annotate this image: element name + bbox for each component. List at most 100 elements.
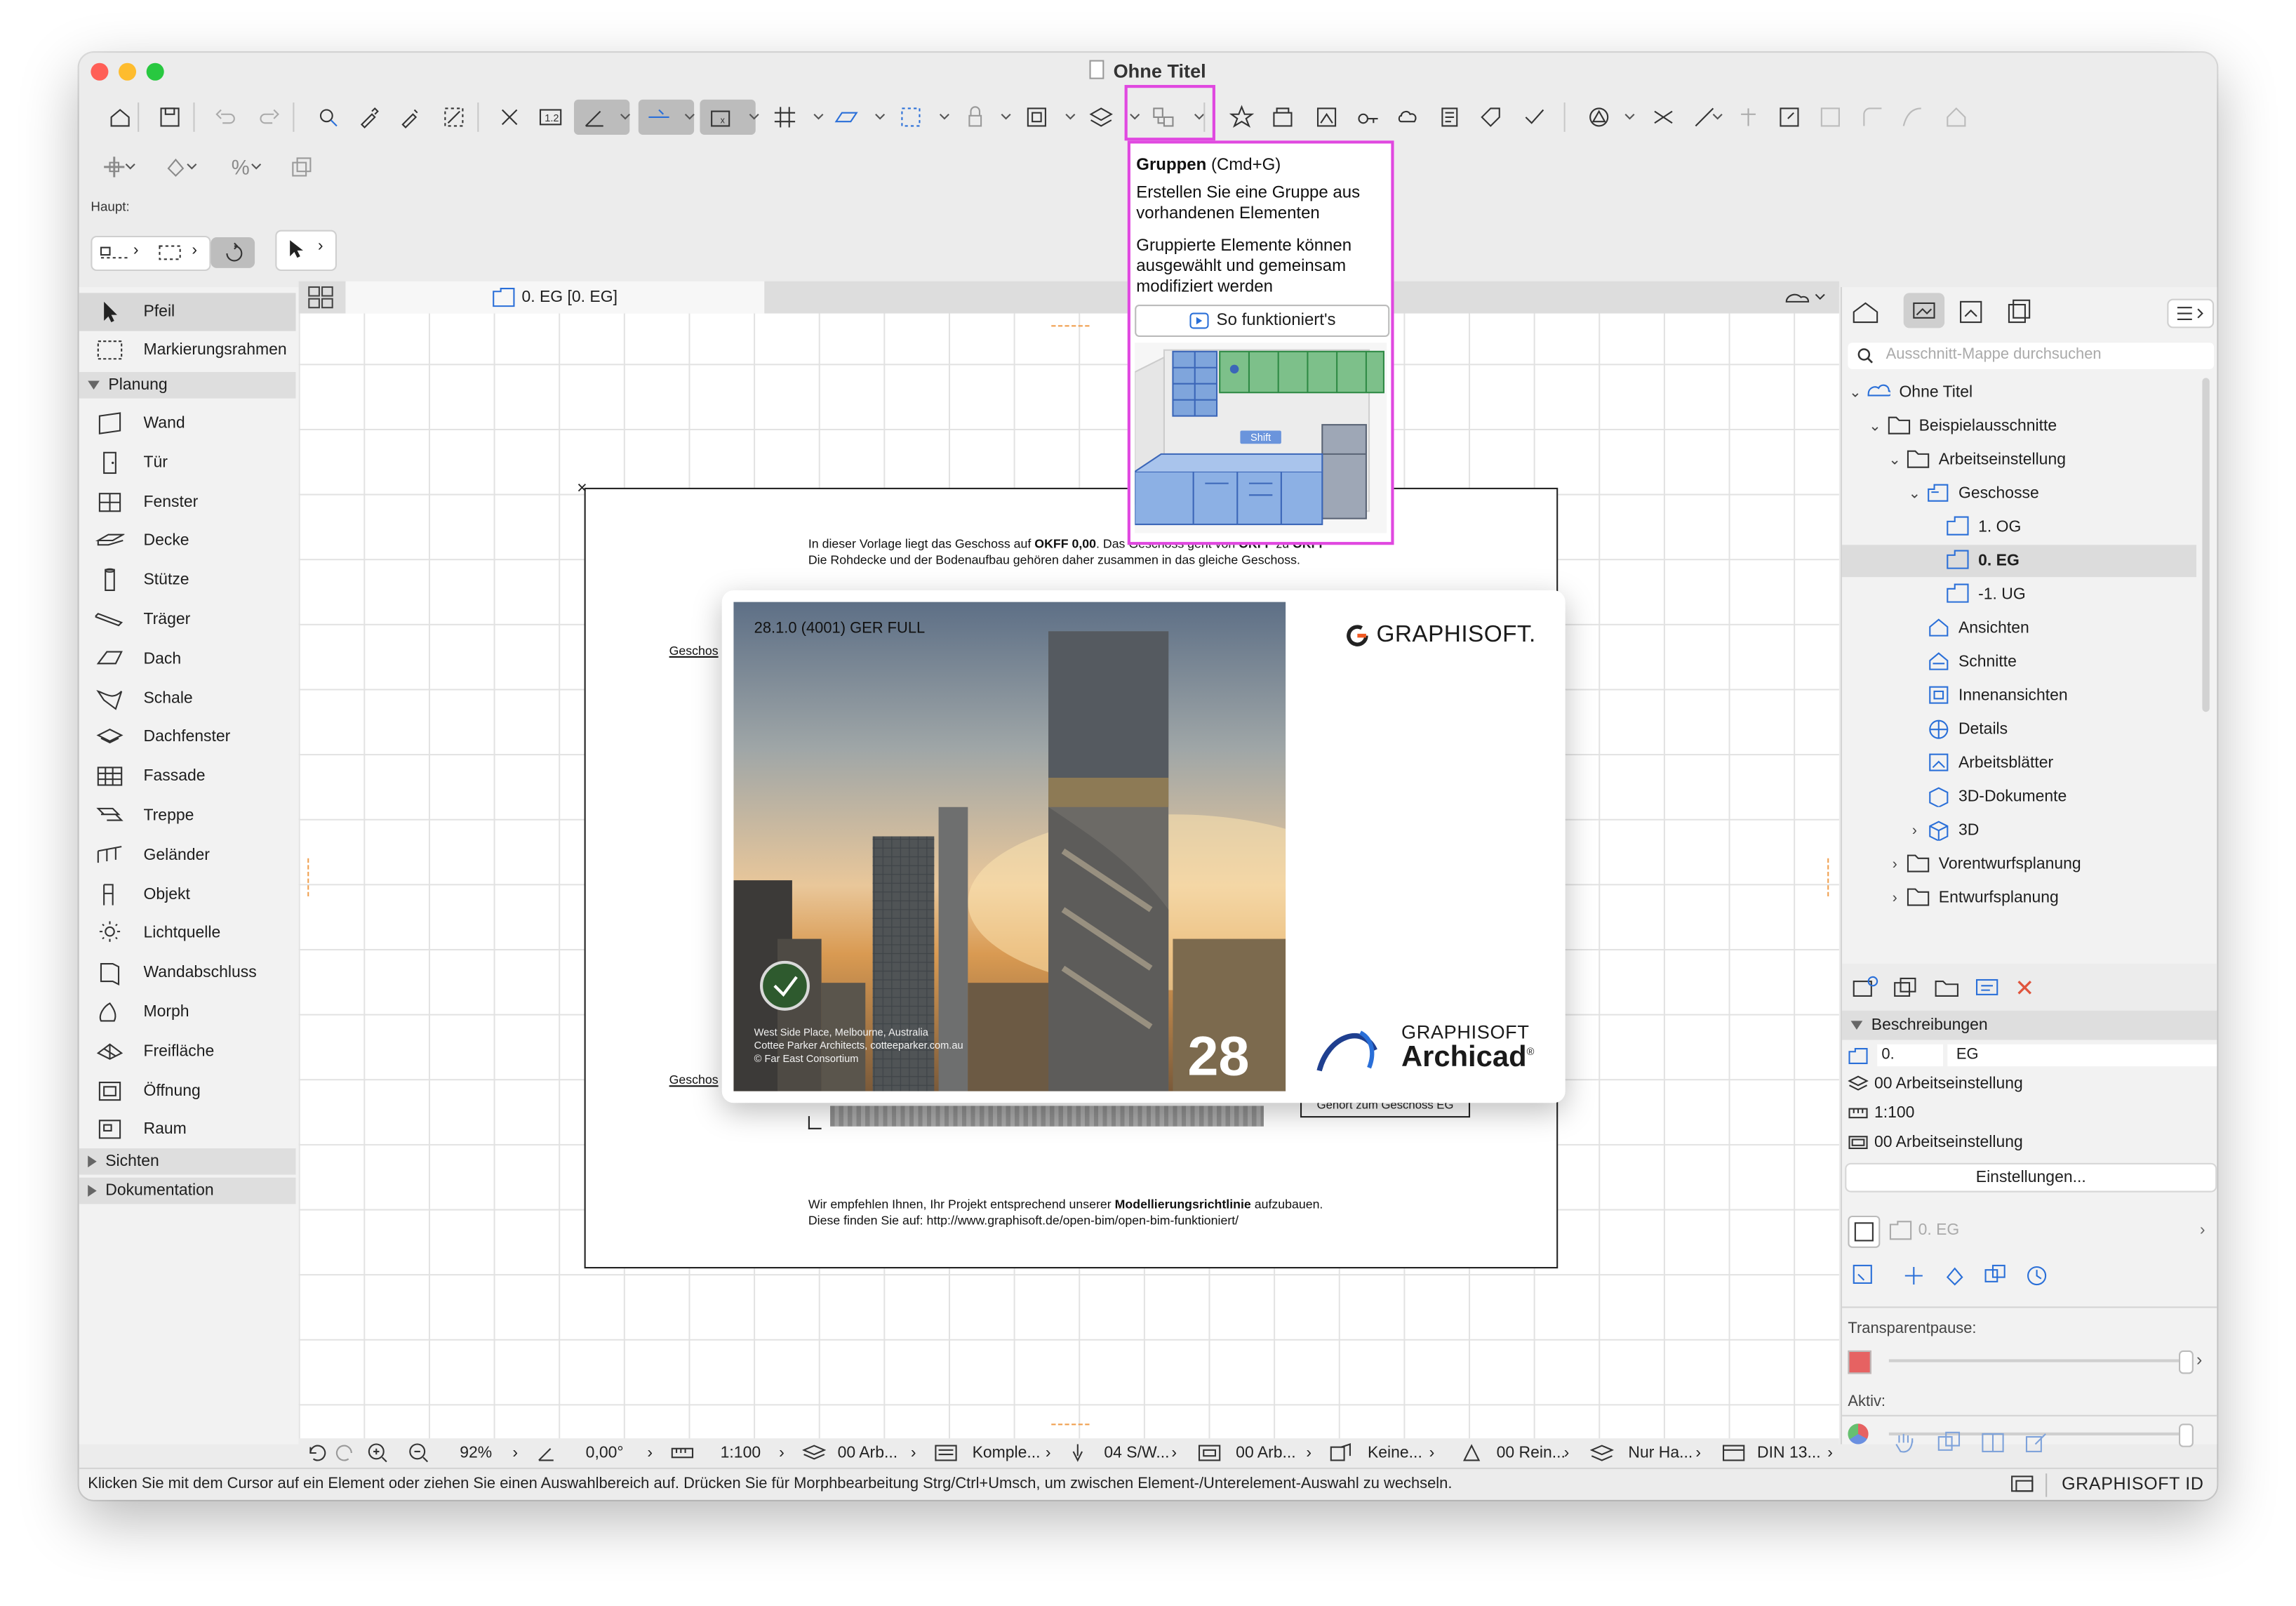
chevron-down-icon[interactable]	[1710, 100, 1725, 135]
search-input[interactable]: Ausschnitt-Mappe durchsuchen	[1848, 343, 2215, 369]
star-icon[interactable]	[1224, 100, 1259, 135]
tool-stair[interactable]: Treppe	[79, 797, 296, 835]
syringe-icon[interactable]	[392, 100, 427, 135]
chevron-right-icon[interactable]: ›	[1306, 1444, 1311, 1461]
tool-door[interactable]: Tür	[79, 444, 296, 482]
scale-value[interactable]: 1:100	[721, 1444, 761, 1461]
tab-floor-plan[interactable]: 0. EG [0. EG]	[345, 281, 765, 314]
new-folder-icon[interactable]	[1933, 976, 1962, 1007]
tree-item[interactable]: -1. UG	[1927, 580, 2026, 609]
chevron-right-icon[interactable]: ›	[2196, 1349, 2202, 1369]
find-select-icon[interactable]	[310, 100, 345, 135]
tool-marquee[interactable]: Markierungsrahmen	[79, 331, 296, 369]
transparency-slider-thumb[interactable]	[2179, 1350, 2194, 1374]
angle-icon[interactable]	[536, 1442, 556, 1467]
pen-set-value[interactable]: Komple...	[973, 1444, 1041, 1461]
layers-icon[interactable]	[801, 1442, 827, 1467]
clone-view-icon[interactable]	[1892, 976, 1921, 1007]
descriptions-section[interactable]: Beschreibungen	[1842, 1010, 2217, 1040]
tree-item[interactable]: 3D-Dokumente	[1907, 782, 2067, 811]
chevron-right-icon[interactable]: ›	[1907, 823, 1922, 839]
chevron-right-icon[interactable]: ›	[1429, 1444, 1435, 1461]
tree-item[interactable]: › Entwurfsplanung	[1888, 883, 2059, 912]
plane-icon[interactable]	[829, 100, 864, 135]
chevron-down-icon[interactable]	[747, 100, 761, 135]
dimension-icon[interactable]	[1722, 1442, 1745, 1467]
tree-item[interactable]: ⌄ Ohne Titel	[1848, 378, 1973, 407]
redo-zoom-icon[interactable]	[334, 1441, 357, 1469]
renovation-filter-value[interactable]: 00 Rein...	[1497, 1444, 1566, 1461]
model-view-row[interactable]: 00 Arbeitseinstellung	[1848, 1134, 2023, 1151]
project-map-icon[interactable]	[1851, 299, 1881, 333]
tool-lamp[interactable]: Lichtquelle	[79, 915, 296, 953]
tool-slab[interactable]: Decke	[79, 522, 296, 560]
chevron-right-icon[interactable]: ›	[1564, 1444, 1570, 1461]
pen-icon[interactable]	[1069, 1442, 1086, 1467]
roof-trim-icon[interactable]	[1939, 100, 1974, 135]
layers-icon[interactable]	[1083, 100, 1119, 135]
chevron-right-icon[interactable]: ›	[512, 1444, 518, 1461]
schedule-icon[interactable]	[1432, 100, 1467, 135]
layout-book-icon[interactable]	[1956, 299, 1986, 333]
settings-button[interactable]: Einstellungen...	[1845, 1162, 2217, 1193]
resize-icon[interactable]	[1772, 100, 1807, 135]
section-sichten[interactable]: Sichten	[79, 1148, 296, 1175]
chevron-down-icon[interactable]	[185, 150, 199, 185]
zoom-in-icon[interactable]	[366, 1441, 389, 1469]
tab-overview-icon[interactable]	[307, 286, 334, 317]
angle-guide-icon[interactable]	[577, 100, 612, 135]
chevron-right-icon[interactable]: ›	[1888, 890, 1902, 906]
chevron-down-icon[interactable]	[1622, 100, 1637, 135]
section-planung[interactable]: Planung	[79, 372, 296, 399]
chevron-down-icon[interactable]	[618, 100, 633, 135]
chevron-down-icon[interactable]	[1063, 100, 1078, 135]
transparency-slider[interactable]	[1888, 1359, 2182, 1362]
chevron-down-icon[interactable]: ⌄	[1907, 486, 1922, 502]
palette-toggle-icon[interactable]	[2009, 1473, 2036, 1498]
overlay-icon[interactable]	[1936, 1430, 1963, 1464]
chevron-right-icon[interactable]: ›	[1827, 1444, 1833, 1461]
hand-icon[interactable]	[1892, 1430, 1918, 1464]
how-it-works-button[interactable]: So funktioniert's	[1135, 305, 1390, 337]
tool-curtain-wall[interactable]: Fassade	[79, 757, 296, 795]
properties-icon[interactable]	[1974, 976, 2001, 1007]
zoom-value[interactable]: 92%	[460, 1444, 492, 1461]
key-icon[interactable]	[1350, 100, 1385, 135]
undo-icon[interactable]	[208, 100, 243, 135]
model-view-value[interactable]: 00 Arb...	[1236, 1444, 1296, 1461]
lock-icon[interactable]	[958, 100, 993, 135]
chevron-right-icon[interactable]: ›	[1695, 1444, 1701, 1461]
cloud-icon[interactable]	[1391, 100, 1426, 135]
view-name-field[interactable]: EG	[1947, 1044, 2217, 1067]
tree-item[interactable]: › 3D	[1907, 816, 1979, 845]
split-icon[interactable]	[1646, 100, 1681, 135]
curve-icon[interactable]	[1895, 100, 1930, 135]
structure-value[interactable]: Nur Ha...	[1628, 1444, 1693, 1461]
delete-icon[interactable]: ✕	[2015, 974, 2034, 1004]
chevron-down-icon[interactable]	[682, 100, 697, 135]
tree-item[interactable]: Innenansichten	[1907, 681, 2068, 710]
move-trace-icon[interactable]	[1901, 1263, 1928, 1296]
reset-trace-icon[interactable]	[2024, 1263, 2050, 1296]
tree-item[interactable]: Schnitte	[1907, 647, 2017, 677]
magic-wand-icon[interactable]	[436, 100, 472, 135]
chevron-down-icon[interactable]	[999, 100, 1013, 135]
eyedropper-icon[interactable]	[352, 100, 387, 135]
structure-icon[interactable]	[1589, 1442, 1615, 1467]
tool-column[interactable]: Stütze	[79, 562, 296, 599]
chevron-down-icon[interactable]: ⌄	[1888, 452, 1902, 468]
tool-morph[interactable]: Morph	[79, 993, 296, 1031]
new-view-icon[interactable]	[1851, 976, 1881, 1007]
chevron-right-icon[interactable]: ›	[1046, 1444, 1051, 1461]
tree-item[interactable]: 0. EG	[1927, 546, 2020, 576]
graphisoft-id-link[interactable]: GRAPHISOFT ID	[2062, 1473, 2203, 1494]
geometry-method-selector[interactable]: › ›	[91, 235, 211, 272]
chevron-down-icon[interactable]	[937, 100, 952, 135]
tree-item[interactable]: Details	[1907, 715, 2008, 744]
chevron-right-icon[interactable]: ›	[647, 1444, 653, 1461]
chevron-right-icon[interactable]: ›	[1888, 856, 1902, 872]
chevron-down-icon[interactable]	[249, 150, 264, 185]
tree-item[interactable]: 1. OG	[1927, 512, 2021, 542]
swap-trace-icon[interactable]	[1982, 1263, 2009, 1296]
tool-zone[interactable]: Raum	[79, 1111, 296, 1149]
